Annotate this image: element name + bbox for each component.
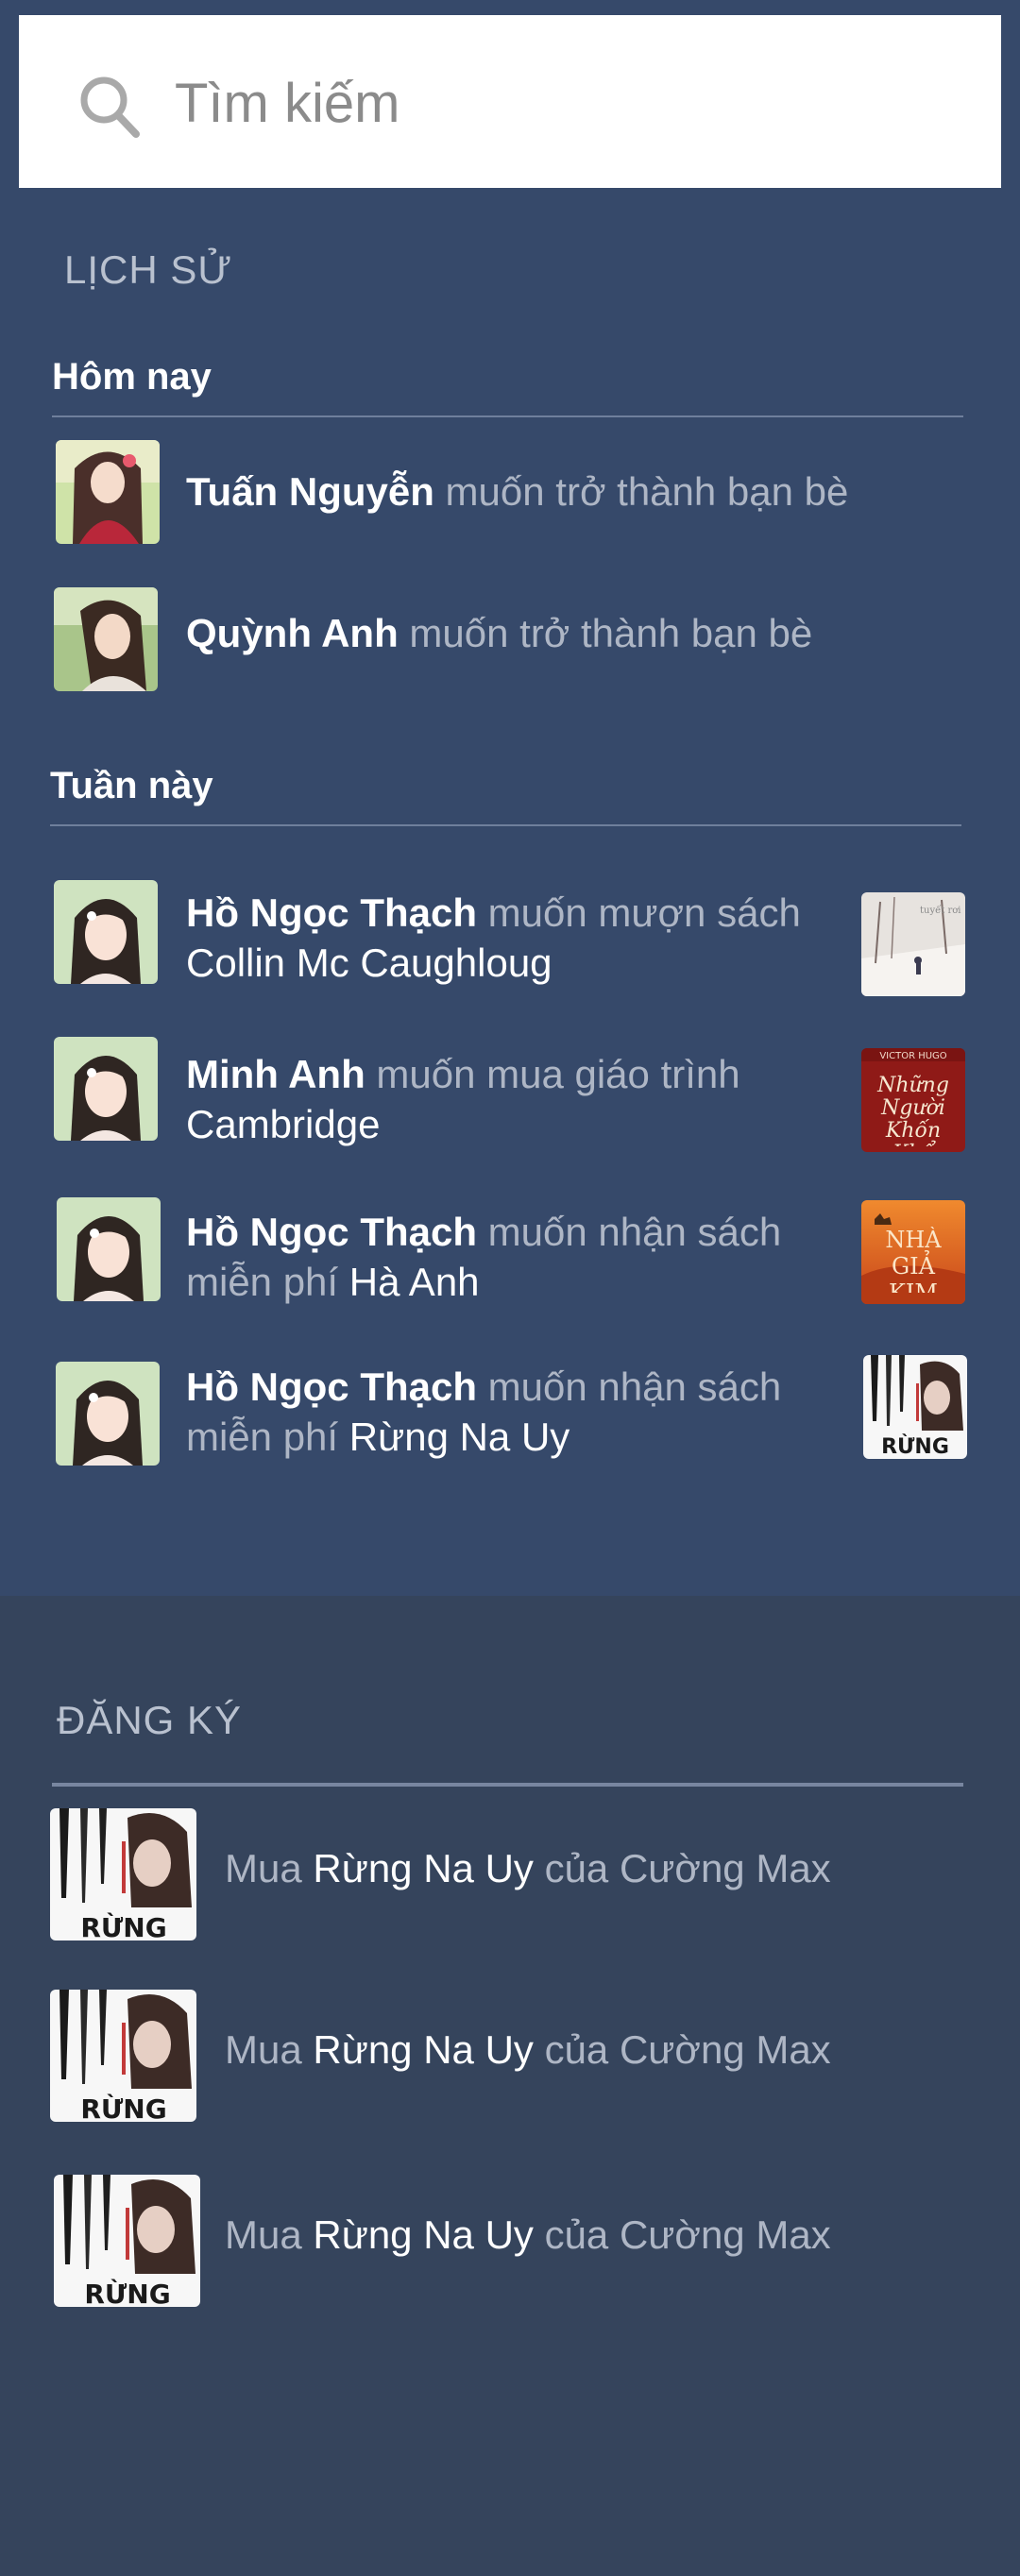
thumb-title-text: RỪNG — [80, 1911, 166, 1940]
thumb-title-text: Những Người Khốn Khổ — [877, 1075, 949, 1146]
history-item-free-1[interactable]: Hồ Ngọc Thạch muốn nhận sách miễn phí Hà … — [52, 1193, 973, 1311]
thumb-title-text: NHÀ GIẢ KIM — [885, 1227, 942, 1293]
thumb-title-text: RỪNG — [80, 2093, 166, 2122]
week-header: Tuần này — [50, 765, 213, 806]
history-item-buy[interactable]: Minh Anh muốn mua giáo trình Cambridge VI… — [52, 1035, 973, 1153]
register-prefix: Mua — [225, 1846, 314, 1890]
register-divider — [52, 1783, 963, 1787]
register-suffix: của Cường Max — [533, 1846, 831, 1890]
week-divider — [50, 824, 961, 826]
register-text: Mua Rừng Na Uy của Cường Max — [225, 2212, 831, 2258]
avatar — [54, 880, 158, 984]
user-name[interactable]: Hồ Ngọc Thạch — [186, 890, 477, 935]
book-name[interactable]: Rừng Na Uy — [313, 2027, 534, 2072]
book-name[interactable]: Cambridge — [186, 1102, 380, 1146]
thumb-title-text: tuyết rơi — [920, 906, 960, 916]
today-divider — [52, 415, 963, 417]
user-name[interactable]: Hồ Ngọc Thạch — [186, 1210, 477, 1254]
book-name[interactable]: Rừng Na Uy — [313, 1846, 534, 1890]
register-item[interactable]: RỪNG Mua Rừng Na Uy của Cường Max — [50, 1808, 971, 1945]
history-item-quynh-anh[interactable]: Quỳnh Anh muốn trở thành bạn bè — [52, 587, 973, 691]
avatar — [56, 440, 160, 544]
user-name[interactable]: Tuấn Nguyễn — [186, 469, 434, 514]
user-name[interactable]: Hồ Ngọc Thạch — [186, 1364, 477, 1409]
search-bar[interactable] — [19, 15, 1001, 188]
book-thumbnail[interactable]: tuyết rơi — [861, 892, 965, 996]
book-name[interactable]: Rừng Na Uy — [313, 2212, 534, 2257]
register-title: ĐĂNG KÝ — [57, 1698, 243, 1742]
register-text: Mua Rừng Na Uy của Cường Max — [225, 2027, 831, 2073]
thumb-author-text: VICTOR HUGO — [879, 1051, 946, 1061]
register-section: ĐĂNG KÝ RỪNG Mua Rừng Na Uy của Cường Ma… — [0, 1596, 1020, 2576]
action-text: muốn mua giáo trình — [365, 1052, 740, 1096]
action-text: muốn trở thành bạn bè — [398, 611, 813, 655]
avatar — [56, 1362, 160, 1466]
search-input[interactable] — [175, 70, 949, 136]
action-text: muốn trở thành bạn bè — [434, 469, 849, 514]
action-text: miễn phí — [186, 1415, 349, 1459]
register-suffix: của Cường Max — [533, 2212, 831, 2257]
thumb-title-text: RỪNG — [881, 1434, 949, 1459]
book-name[interactable]: Rừng Na Uy — [349, 1415, 570, 1459]
book-name[interactable]: Hà Anh — [349, 1260, 480, 1304]
user-name[interactable]: Quỳnh Anh — [186, 611, 399, 655]
book-thumbnail[interactable]: RỪNG — [863, 1355, 967, 1459]
book-thumbnail[interactable]: RỪNG — [50, 1808, 196, 1940]
register-item[interactable]: RỪNG Mua Rừng Na Uy của Cường Max — [50, 1990, 971, 2127]
user-name[interactable]: Minh Anh — [186, 1052, 366, 1096]
book-thumbnail[interactable]: RỪNG — [54, 2175, 200, 2307]
register-prefix: Mua — [225, 2212, 314, 2257]
avatar — [57, 1197, 161, 1301]
register-prefix: Mua — [225, 2027, 314, 2072]
history-item-borrow[interactable]: Hồ Ngọc Thạch muốn mượn sách Collin Mc Ca… — [52, 878, 973, 996]
action-text: miễn phí — [186, 1260, 349, 1304]
book-thumbnail[interactable]: RỪNG — [50, 1990, 196, 2122]
history-title: LỊCH SỬ — [64, 247, 233, 292]
register-suffix: của Cường Max — [533, 2027, 831, 2072]
book-name[interactable]: Collin Mc Caughloug — [186, 941, 552, 985]
book-thumbnail[interactable]: NHÀ GIẢ KIM — [861, 1200, 965, 1304]
action-text: muốn nhận sách — [477, 1364, 782, 1409]
history-item-free-2[interactable]: Hồ Ngọc Thạch muốn nhận sách miễn phí Rừn… — [52, 1352, 973, 1470]
search-icon — [80, 76, 140, 138]
thumb-title-text: RỪNG — [84, 2278, 170, 2307]
avatar — [54, 1037, 158, 1141]
today-header: Hôm nay — [52, 356, 212, 398]
register-item[interactable]: RỪNG Mua Rừng Na Uy của Cường Max — [54, 2175, 975, 2312]
avatar — [54, 587, 158, 691]
action-text: muốn mượn sách — [477, 890, 801, 935]
register-text: Mua Rừng Na Uy của Cường Max — [225, 1846, 831, 1891]
book-thumbnail[interactable]: VICTOR HUGO Những Người Khốn Khổ — [861, 1048, 965, 1152]
history-item-tuan-nguyen[interactable]: Tuấn Nguyễn muốn trở thành bạn bè — [52, 440, 973, 544]
action-text: muốn nhận sách — [477, 1210, 782, 1254]
